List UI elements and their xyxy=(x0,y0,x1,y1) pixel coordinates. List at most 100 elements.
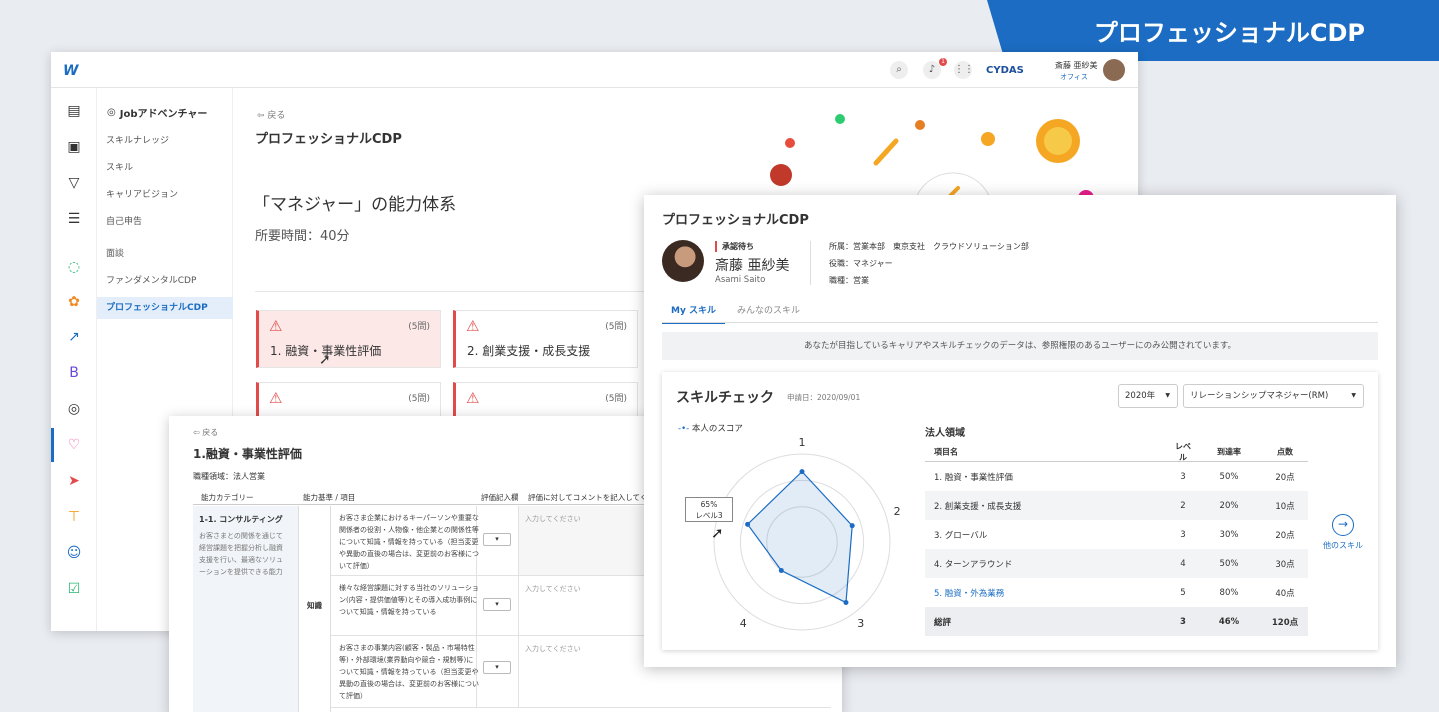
rocket-icon[interactable]: ↗ xyxy=(65,328,83,346)
tab-my-skill[interactable]: My スキル xyxy=(662,303,725,324)
row-rate: 30% xyxy=(1219,529,1239,540)
category-card-label: 2. 創業支援・成長支援 xyxy=(467,344,591,358)
divider xyxy=(810,241,811,285)
subnav-item-professional-cdp[interactable]: プロフェッショナルCDP xyxy=(97,297,233,319)
flower-icon[interactable]: ✿ xyxy=(65,293,83,311)
header-category: 能力カテゴリー xyxy=(201,493,254,502)
tooltip-rate: 65% xyxy=(700,500,718,509)
category-card-2[interactable]: ⚠ (5問) 2. 創業支援・成長支援 xyxy=(453,310,638,368)
row-name-link[interactable]: 5. 融資・外為業務 xyxy=(934,587,1004,599)
search-icon[interactable]: ⌕ xyxy=(890,61,908,79)
b-icon[interactable]: B xyxy=(65,364,83,382)
total-row: 総評 3 46% 120点 xyxy=(925,607,1308,636)
chat-icon[interactable]: ◌ xyxy=(65,258,83,276)
subnav-item-interview[interactable]: 面談 xyxy=(97,243,233,265)
job-domain: 職種領域：法人営業 xyxy=(193,472,265,481)
application-date: 申請日：2020/09/01 xyxy=(787,393,861,402)
tab-underline xyxy=(662,322,1378,323)
header-criteria: 能力基準 / 項目 xyxy=(303,493,356,502)
icon-rail: ▤ ▣ ▽ ☰ ◌ ✿ ↗ B ◎ ♡ ➤ ⊤ ☺ ☑ xyxy=(51,88,97,631)
data-point-1 xyxy=(799,469,805,475)
document-icon[interactable]: ▤ xyxy=(65,102,83,120)
question-count: (5問) xyxy=(605,322,627,332)
send-icon[interactable]: ➤ xyxy=(65,472,83,490)
mouse-cursor-icon: ➚ xyxy=(711,524,724,542)
header-comment: 評価に対してコメントを記入してくださ xyxy=(528,493,663,502)
profile-name-roman: Asami Saito xyxy=(715,275,766,285)
app-logo[interactable]: W xyxy=(63,63,78,79)
notification-badge: 1 xyxy=(939,58,947,66)
role-select-value: リレーションシップマネジャー(RM) xyxy=(1190,391,1329,401)
year-select[interactable]: 2020年 ▼ xyxy=(1118,384,1178,408)
role-select[interactable]: リレーションシップマネジャー(RM) ▼ xyxy=(1183,384,1364,408)
people-icon[interactable]: ☺ xyxy=(65,544,83,562)
evaluation-title: 1.融資・事業性評価 xyxy=(193,447,302,461)
subnav-title: ◎ Jobアドベンチャー xyxy=(107,105,207,120)
back-link[interactable]: ⇦ 戻る xyxy=(193,427,218,438)
bell-icon[interactable]: ♪ xyxy=(923,61,941,79)
user-name[interactable]: 斎藤 亜紗美 xyxy=(1055,60,1098,71)
comment-input[interactable]: 入力してください xyxy=(525,644,581,654)
warning-icon: ⚠ xyxy=(269,317,283,335)
row-name: 3. グローバル xyxy=(934,530,988,541)
top-bar: W ⌕ ♪ 1 ⋮⋮ CYDAS 斎藤 亜紗美 オフィス xyxy=(51,52,1138,88)
criteria-text: お客さまの事業内容(顧客・製品・市場特性等)・外部環境(業界動向や競合・規制等)… xyxy=(339,644,479,700)
row-rate: 80% xyxy=(1219,587,1239,598)
tab-everyone-skill[interactable]: みんなのスキル xyxy=(737,303,800,322)
funnel-icon[interactable]: ▽ xyxy=(65,174,83,192)
sign-icon[interactable]: ⊤ xyxy=(65,508,83,526)
row-name: 2. 創業支援・成長支援 xyxy=(934,501,1022,512)
table-row[interactable]: 5. 融資・外為業務 5 80% 40点 xyxy=(925,578,1308,607)
subnav-item-fundamental-cdp[interactable]: ファンダメンタルCDP xyxy=(97,270,233,292)
skill-check-panel: スキルチェック 申請日：2020/09/01 2020年 ▼ リレーションシップ… xyxy=(662,372,1378,650)
profile-avatar xyxy=(662,240,704,282)
subnav-item-career-vision[interactable]: キャリアビジョン xyxy=(97,184,233,206)
approval-status-badge: 承認待ち xyxy=(715,241,754,252)
profile-card-icon[interactable]: ▣ xyxy=(65,138,83,156)
apps-grid-icon[interactable]: ⋮⋮ xyxy=(954,61,974,79)
evaluation-select[interactable]: ▾ xyxy=(483,533,511,546)
comment-input[interactable]: 入力してください xyxy=(525,584,581,594)
divider xyxy=(255,291,655,292)
year-select-value: 2020年 xyxy=(1125,391,1156,401)
chart-tooltip: 65% レベル3 xyxy=(685,497,733,522)
row-level: 3 xyxy=(1180,616,1186,627)
user-avatar[interactable] xyxy=(1103,59,1125,81)
subnav-item-self-report[interactable]: 自己申告 xyxy=(97,211,233,233)
column-level: レベル xyxy=(1175,441,1191,462)
row-name: 4. ターンアラウンド xyxy=(934,559,1013,570)
skill-check-title: スキルチェック xyxy=(676,390,774,406)
globe-icon[interactable]: ◎ xyxy=(65,400,83,418)
category-card-1[interactable]: ⚠ (5問) 1. 融資・事業性評価 xyxy=(256,310,441,368)
tooltip-level: レベル3 xyxy=(695,511,723,520)
column-point: 点数 xyxy=(1277,447,1293,456)
heart-icon[interactable]: ♡ xyxy=(65,436,83,454)
back-link[interactable]: ⇦ 戻る xyxy=(257,108,285,121)
checklist-icon[interactable]: ☑ xyxy=(65,580,83,598)
subnav-item-skill[interactable]: スキル xyxy=(97,157,233,179)
other-skills-button[interactable]: → 他のスキル xyxy=(1318,514,1368,551)
category-cell: 1-1. コンサルティング お客さまとの関係を通じて経営課題を把握分析し融資支援… xyxy=(193,506,298,712)
row-rate: 20% xyxy=(1219,500,1239,511)
profile-name: 斎藤 亜紗美 xyxy=(715,258,790,274)
axis-label-1: 1 xyxy=(799,436,806,449)
row-rate: 50% xyxy=(1219,471,1239,482)
chevron-down-icon: ▼ xyxy=(1165,392,1170,399)
comment-input[interactable]: 入力してください xyxy=(525,514,581,524)
profile-job: 職種：営業 xyxy=(829,276,869,285)
legend-marker-icon: -•- xyxy=(678,424,690,434)
row-point: 20点 xyxy=(1275,472,1295,483)
axis-label-3: 3 xyxy=(857,617,864,630)
subnav-title-text: Jobアドベンチャー xyxy=(119,109,208,120)
divider xyxy=(518,576,519,635)
evaluation-select[interactable]: ▾ xyxy=(483,598,511,611)
data-point-3 xyxy=(843,600,849,606)
subnav-item-skill-knowledge[interactable]: スキルナレッジ xyxy=(97,130,233,152)
profile-title: プロフェッショナルCDP xyxy=(662,213,809,228)
server-icon[interactable]: ☰ xyxy=(65,210,83,228)
knowledge-cell: 知識 xyxy=(298,506,331,712)
column-rate: 到達率 xyxy=(1217,447,1241,456)
evaluation-select[interactable]: ▾ xyxy=(483,661,511,674)
knowledge-label: 知識 xyxy=(307,601,322,610)
divider xyxy=(518,636,519,707)
